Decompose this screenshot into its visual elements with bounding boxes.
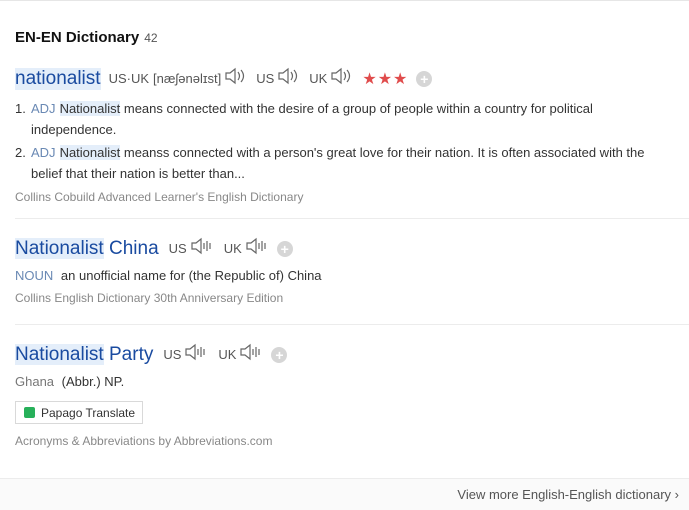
headword-rest: Party [103,343,154,365]
section-header: EN-EN Dictionary 42 [15,29,158,46]
def-highlight: Nationalist [59,145,121,160]
view-more-link[interactable]: View more English-English dictionary › [457,487,679,502]
divider [15,218,689,219]
section-title: EN-EN Dictionary [15,29,140,46]
add-wordbook-icon[interactable]: + [276,240,293,257]
def-text-cont: belief that their nation is better than.… [31,166,245,181]
definition-2: 2. ADJ Nationalist meanss connected with … [15,142,689,184]
source: Collins English Dictionary 30th Annivers… [15,291,284,305]
headword[interactable]: Nationalist Party [15,343,154,366]
add-wordbook-icon[interactable]: + [416,70,433,87]
uk-speaker-icon[interactable] [330,67,352,90]
star-rating: ★★★ [362,70,409,88]
def-highlight: Nationalist [59,101,121,116]
def-text: (Abbr.) NP. [61,374,125,389]
top-divider [0,0,689,1]
headword[interactable]: nationalist [15,67,101,90]
uk-label: UK [223,241,242,256]
footer-bar: View more English-English dictionary › [0,478,689,510]
us-label: US [168,241,187,256]
entry-nationalist-china: Nationalist China US UK + NOUN an unoffi… [15,237,689,305]
def-text-cont: independence. [31,122,117,137]
ipa: [næʃənəlɪst] [153,71,222,86]
uk-label: UK [218,347,237,362]
part-of-speech: ADJ [31,145,56,160]
headword[interactable]: Nationalist China [15,237,159,260]
def-text: means connected with the desire of a gro… [120,101,593,116]
def-text: meanss connected with a person's great l… [120,145,645,160]
definition: NOUN an unofficial name for (the Republi… [15,268,689,283]
divider [15,324,689,325]
part-of-speech: NOUN [15,268,54,283]
us-speaker-icon[interactable] [190,237,214,260]
uk-speaker-icon[interactable] [239,343,263,366]
headword-rest: China [103,237,159,259]
source: Acronyms & Abbreviations by Abbreviation… [15,434,273,448]
us-label: US [256,71,275,86]
def-number: 2. [15,145,26,160]
headword-highlight: Nationalist [15,343,104,365]
us-speaker-icon[interactable] [184,343,208,366]
headword-highlight: Nationalist [15,237,104,259]
entry-nationalist-party: Nationalist Party US UK + Ghana (Abbr.) … [15,343,689,389]
uk-speaker-icon[interactable] [245,237,269,260]
part-of-speech: ADJ [31,101,56,116]
view-more-label: View more English-English dictionary [457,487,672,502]
entry-nationalist: nationalist US·UK [næʃənəlɪst] US UK ★★★… [15,67,689,204]
pron-label: US·UK [108,71,150,86]
country-label: Ghana [15,374,55,389]
papago-label: Papago Translate [41,405,136,420]
papago-icon [24,407,35,418]
uk-label: UK [309,71,328,86]
chevron-right-icon: › [674,487,679,502]
add-wordbook-icon[interactable]: + [271,346,288,363]
definition: Ghana (Abbr.) NP. [15,374,689,389]
result-count: 42 [144,31,158,45]
source: Collins Cobuild Advanced Learner's Engli… [15,190,304,204]
def-text: an unofficial name for (the Republic of)… [60,268,322,283]
us-speaker-icon[interactable] [277,67,299,90]
definition-1: 1. ADJ Nationalist means connected with t… [15,98,689,140]
us-label: US [163,347,182,362]
def-number: 1. [15,101,26,116]
speaker-icon[interactable] [224,67,246,90]
papago-translate-button[interactable]: Papago Translate [15,401,143,424]
